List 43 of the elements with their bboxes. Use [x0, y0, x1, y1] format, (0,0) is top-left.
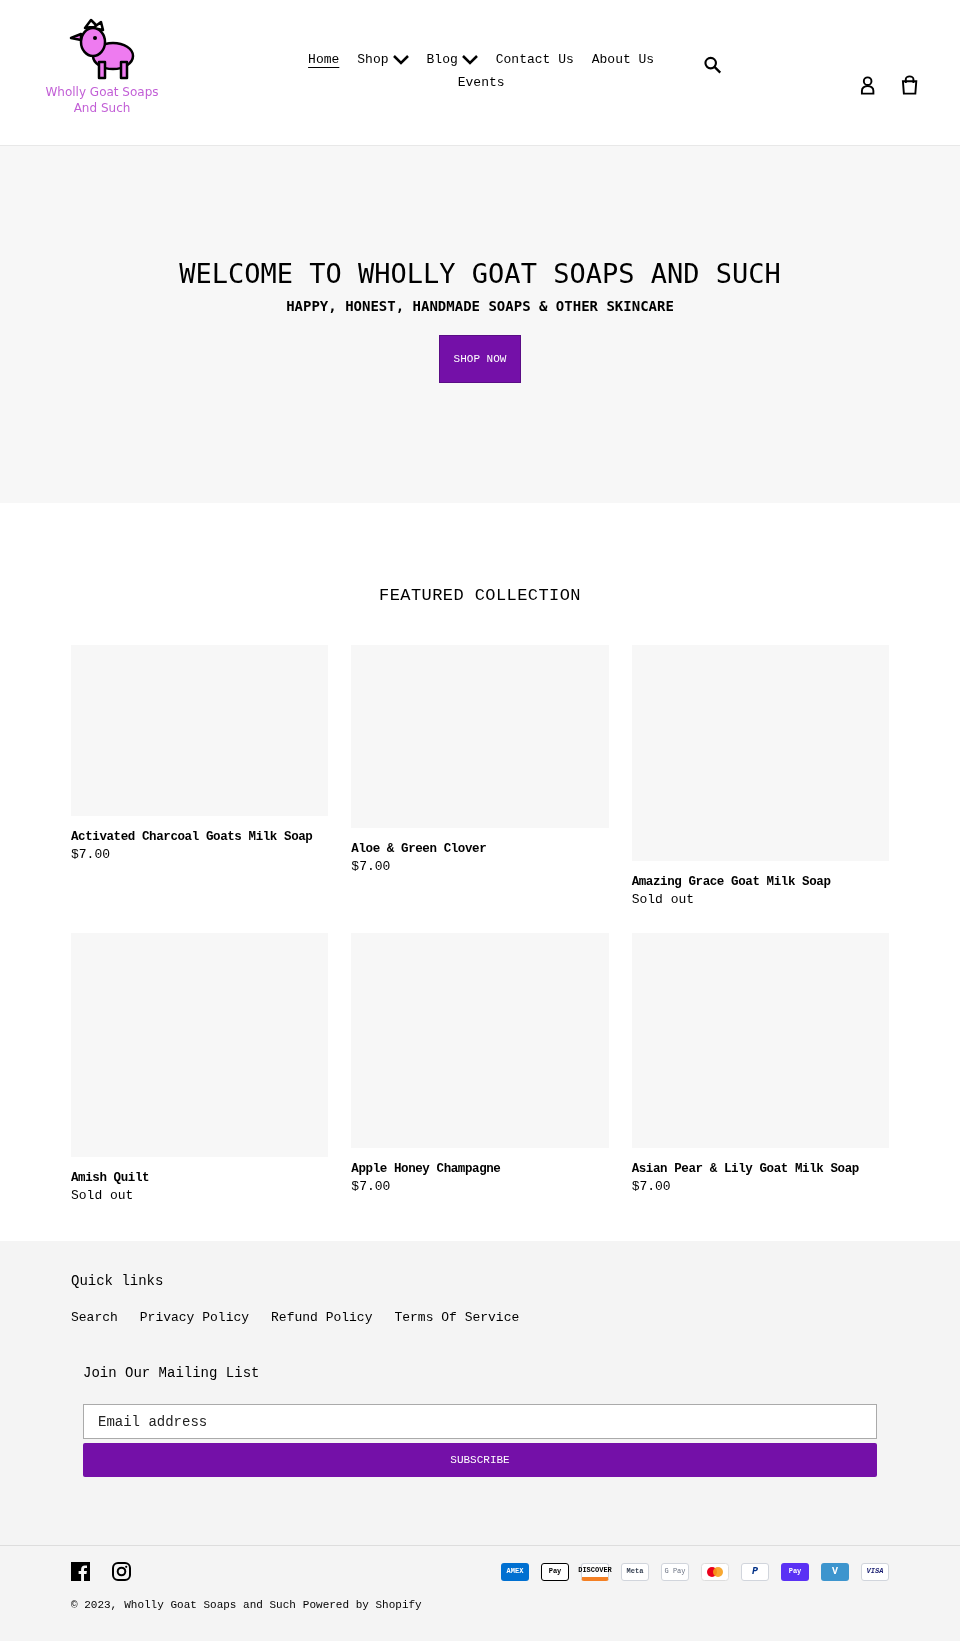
- product-title[interactable]: Activated Charcoal Goats Milk Soap: [71, 827, 329, 846]
- nav-link[interactable]: Shop: [357, 50, 409, 69]
- product-title[interactable]: Amish Quilt: [71, 1168, 329, 1187]
- cart-icon[interactable]: [900, 75, 918, 95]
- shop-now-button[interactable]: SHOP NOW: [439, 335, 521, 383]
- footer-link[interactable]: Privacy Policy: [139, 1307, 250, 1327]
- product-price: $7.00: [351, 857, 392, 876]
- nav-link[interactable]: About Us: [591, 50, 655, 69]
- product-price: $7.00: [631, 1177, 672, 1196]
- product-price: $7.00: [351, 1177, 392, 1196]
- footer-link[interactable]: Refund Policy: [271, 1307, 373, 1327]
- goat-logo-icon: [67, 18, 137, 80]
- hero-title: WELCOME TO WHOLLY GOAT SOAPS AND SUCH: [179, 258, 781, 290]
- nav-link[interactable]: Events: [457, 73, 505, 92]
- venmo-badge: V: [821, 1562, 849, 1581]
- email-field[interactable]: Email address: [83, 1404, 877, 1439]
- search-icon[interactable]: [704, 56, 722, 74]
- footer-link[interactable]: Terms Of Service: [394, 1307, 520, 1327]
- product-title[interactable]: Aloe & Green Clover: [351, 839, 609, 858]
- powered-by-link[interactable]: Powered by Shopify: [302, 1597, 422, 1614]
- product-title[interactable]: Amazing Grace Goat Milk Soap: [631, 872, 889, 891]
- instagram-icon[interactable]: [112, 1562, 131, 1581]
- mailing-list-heading: Join Our Mailing List: [83, 1364, 261, 1383]
- product-price: Sold out: [631, 890, 696, 909]
- mastercard-badge: [701, 1562, 729, 1581]
- product-price: $7.00: [71, 845, 111, 864]
- product-title[interactable]: Apple Honey Champagne: [351, 1159, 609, 1178]
- paypal-badge: P: [741, 1562, 769, 1581]
- footer-heading: Quick links: [71, 1271, 165, 1291]
- account-icon[interactable]: [859, 75, 875, 95]
- nav-link[interactable]: Home: [308, 50, 340, 69]
- nav-link[interactable]: Blog: [426, 50, 478, 69]
- store-link[interactable]: Wholly Goat Soaps and Such: [124, 1597, 296, 1614]
- logo-text[interactable]: Wholly Goat Soaps And Such: [40, 84, 164, 116]
- footer-link[interactable]: Search: [71, 1307, 118, 1327]
- subscribe-button[interactable]: SUBSCRIBE: [83, 1443, 877, 1477]
- hero-subtitle: HAPPY, HONEST, HANDMADE SOAPS & OTHER SKINCARE: [286, 297, 674, 316]
- product-title[interactable]: Asian Pear & Lily Goat Milk Soap: [631, 1159, 889, 1178]
- nav-link[interactable]: Contact Us: [495, 50, 574, 69]
- product-price: Sold out: [71, 1186, 135, 1205]
- copyright-text: © 2023,: [71, 1598, 118, 1613]
- section-title: FEATURED COLLECTION: [378, 585, 582, 607]
- facebook-icon[interactable]: [71, 1562, 90, 1581]
